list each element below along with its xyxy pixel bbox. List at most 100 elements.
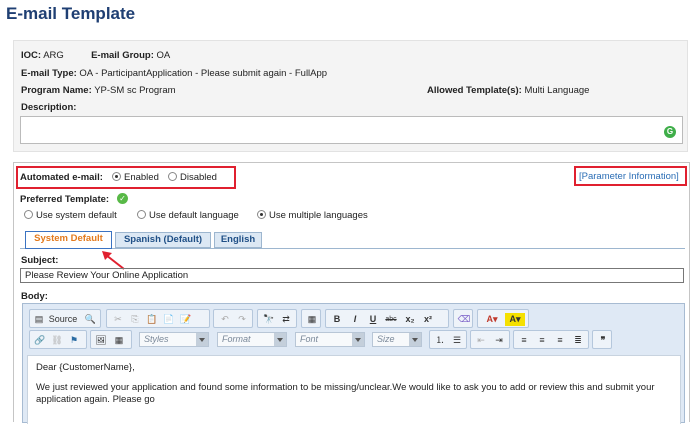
- description-label: Description:: [21, 102, 77, 113]
- template-info-panel: IOC: ARG E-mail Group: OA E-mail Type: O…: [13, 40, 688, 152]
- use-default-language-radio[interactable]: Use default language: [137, 210, 239, 221]
- cut-icon[interactable]: ✂: [111, 313, 125, 326]
- chevron-down-icon: [409, 333, 421, 346]
- chevron-down-icon: [352, 333, 364, 346]
- radio-icon: [137, 210, 146, 219]
- program-name-label: Program Name:: [21, 85, 92, 96]
- automated-email-label: Automated e-mail:: [20, 172, 103, 183]
- chevron-down-icon: [196, 333, 208, 346]
- allowed-templates-value: Multi Language: [524, 85, 590, 96]
- toolbar-group-format-remove: ⌫: [453, 309, 473, 328]
- toolbar-group-lists: ⒈ ☰: [429, 330, 467, 349]
- ioc-row: IOC: ARG E-mail Group: OA: [21, 50, 170, 61]
- automated-enabled-radio[interactable]: Enabled: [112, 172, 159, 183]
- email-type-row: E-mail Type: OA - ParticipantApplication…: [21, 68, 327, 79]
- bulleted-list-icon[interactable]: ☰: [450, 334, 464, 347]
- paste-word-icon[interactable]: 📝: [179, 313, 193, 326]
- toolbar-group-align: ≡ ≡ ≡ ≣: [513, 330, 589, 349]
- toolbar-group-basicstyles: B I U abc x₂ x²: [325, 309, 449, 328]
- toolbar-group-blockquote: ❞: [592, 330, 612, 349]
- email-group-value: OA: [156, 50, 171, 61]
- subject-label: Subject:: [21, 255, 59, 266]
- indent-icon[interactable]: ⇥: [492, 334, 506, 347]
- radio-icon: [168, 172, 177, 181]
- page-title: E-mail Template: [6, 4, 136, 23]
- text-color-icon[interactable]: A▾: [482, 313, 502, 326]
- copy-icon[interactable]: ⎘: [128, 313, 142, 326]
- use-multiple-languages-radio[interactable]: Use multiple languages: [257, 210, 368, 221]
- grammarly-icon[interactable]: G: [664, 126, 676, 138]
- table-icon[interactable]: ▦: [112, 334, 126, 347]
- toolbar-group-links: 🔗 ⛓ ⚑: [29, 330, 87, 349]
- toolbar-group-history: ↶ ↷: [213, 309, 253, 328]
- align-center-icon[interactable]: ≡: [535, 334, 549, 347]
- styles-select[interactable]: Styles: [139, 332, 209, 347]
- toolbar-group-document: ▤ Source 🔍: [29, 309, 101, 328]
- unlink-icon[interactable]: ⛓: [50, 334, 64, 347]
- preview-icon[interactable]: 🔍: [84, 313, 97, 326]
- allowed-templates-row: Allowed Template(s): Multi Language: [427, 85, 589, 96]
- radio-selected-icon: [257, 210, 266, 219]
- email-paragraph: We just reviewed your application and fo…: [36, 382, 655, 405]
- redo-icon[interactable]: ↷: [235, 313, 249, 326]
- toolbar-group-indent: ⇤ ⇥: [470, 330, 510, 349]
- description-field[interactable]: G: [20, 116, 683, 144]
- source-icon[interactable]: ▤: [33, 313, 45, 326]
- blockquote-button[interactable]: ❞: [596, 334, 610, 347]
- editor-content[interactable]: Dear {CustomerName}, We just reviewed yo…: [27, 355, 681, 424]
- toolbar-group-clipboard: ✂ ⎘ 📋 📄 📝: [106, 309, 210, 328]
- numbered-list-icon[interactable]: ⒈: [433, 334, 447, 347]
- anchor-icon[interactable]: ⚑: [67, 334, 81, 347]
- replace-icon[interactable]: ⇄: [279, 313, 293, 326]
- rich-text-editor: ▤ Source 🔍 ✂ ⎘ 📋 📄 📝 ↶ ↷ 🔭 ⇄ ▦ B I U abc…: [22, 303, 685, 424]
- underline-button[interactable]: U: [366, 313, 380, 326]
- bold-button[interactable]: B: [330, 313, 344, 326]
- size-select[interactable]: Size: [372, 332, 422, 347]
- toolbar-group-colors: A▾ A▾: [477, 309, 529, 328]
- preferred-template-label: Preferred Template:: [20, 194, 110, 205]
- remove-format-icon[interactable]: ⌫: [457, 313, 471, 326]
- subject-input[interactable]: Please Review Your Online Application: [20, 268, 684, 283]
- font-select[interactable]: Font: [295, 332, 365, 347]
- align-right-icon[interactable]: ≡: [553, 334, 567, 347]
- toolbar-row-2: 🔗 ⛓ ⚑ 🖼 ▦ Styles Format Font Size ⒈ ☰ ⇤ …: [27, 330, 682, 349]
- email-greeting: Dear {CustomerName},: [36, 362, 135, 373]
- chevron-down-icon: [274, 333, 286, 346]
- email-type-value: OA - ParticipantApplication - Please sub…: [79, 68, 328, 79]
- radio-icon: [24, 210, 33, 219]
- email-group-label: E-mail Group:: [91, 50, 154, 61]
- format-select[interactable]: Format: [217, 332, 287, 347]
- find-icon[interactable]: 🔭: [262, 313, 276, 326]
- tab-english[interactable]: English: [214, 232, 262, 248]
- paste-icon[interactable]: 📋: [145, 313, 159, 326]
- link-icon[interactable]: 🔗: [33, 334, 47, 347]
- toolbar-group-select: ▦: [301, 309, 321, 328]
- align-left-icon[interactable]: ≡: [517, 334, 531, 347]
- toolbar-group-insert: 🖼 ▦: [90, 330, 132, 349]
- image-icon[interactable]: 🖼: [94, 334, 108, 347]
- use-system-default-radio[interactable]: Use system default: [24, 210, 117, 221]
- tab-spanish-default[interactable]: Spanish (Default): [115, 232, 211, 248]
- align-justify-icon[interactable]: ≣: [571, 334, 585, 347]
- ioc-label: IOC:: [21, 50, 42, 61]
- undo-icon[interactable]: ↶: [218, 313, 232, 326]
- subscript-button[interactable]: x₂: [403, 313, 417, 326]
- toolbar-group-find: 🔭 ⇄: [257, 309, 297, 328]
- background-color-icon[interactable]: A▾: [505, 313, 525, 326]
- parameter-information-link[interactable]: [Parameter Information]: [579, 171, 679, 182]
- paste-text-icon[interactable]: 📄: [162, 313, 176, 326]
- source-button[interactable]: Source: [46, 313, 80, 326]
- body-label: Body:: [21, 291, 48, 302]
- allowed-templates-label: Allowed Template(s):: [427, 85, 522, 96]
- radio-selected-icon: [112, 172, 121, 181]
- superscript-button[interactable]: x²: [421, 313, 435, 326]
- strike-button[interactable]: abc: [383, 313, 399, 326]
- toolbar-row-1: ▤ Source 🔍 ✂ ⎘ 📋 📄 📝 ↶ ↷ 🔭 ⇄ ▦ B I U abc…: [27, 309, 682, 328]
- ioc-value: ARG: [43, 50, 64, 61]
- select-all-icon[interactable]: ▦: [305, 313, 319, 326]
- italic-button[interactable]: I: [348, 313, 362, 326]
- outdent-icon[interactable]: ⇤: [474, 334, 488, 347]
- automated-disabled-radio[interactable]: Disabled: [168, 172, 217, 183]
- tab-system-default[interactable]: System Default: [25, 231, 112, 249]
- program-name-value: YP-SM sc Program: [94, 85, 176, 96]
